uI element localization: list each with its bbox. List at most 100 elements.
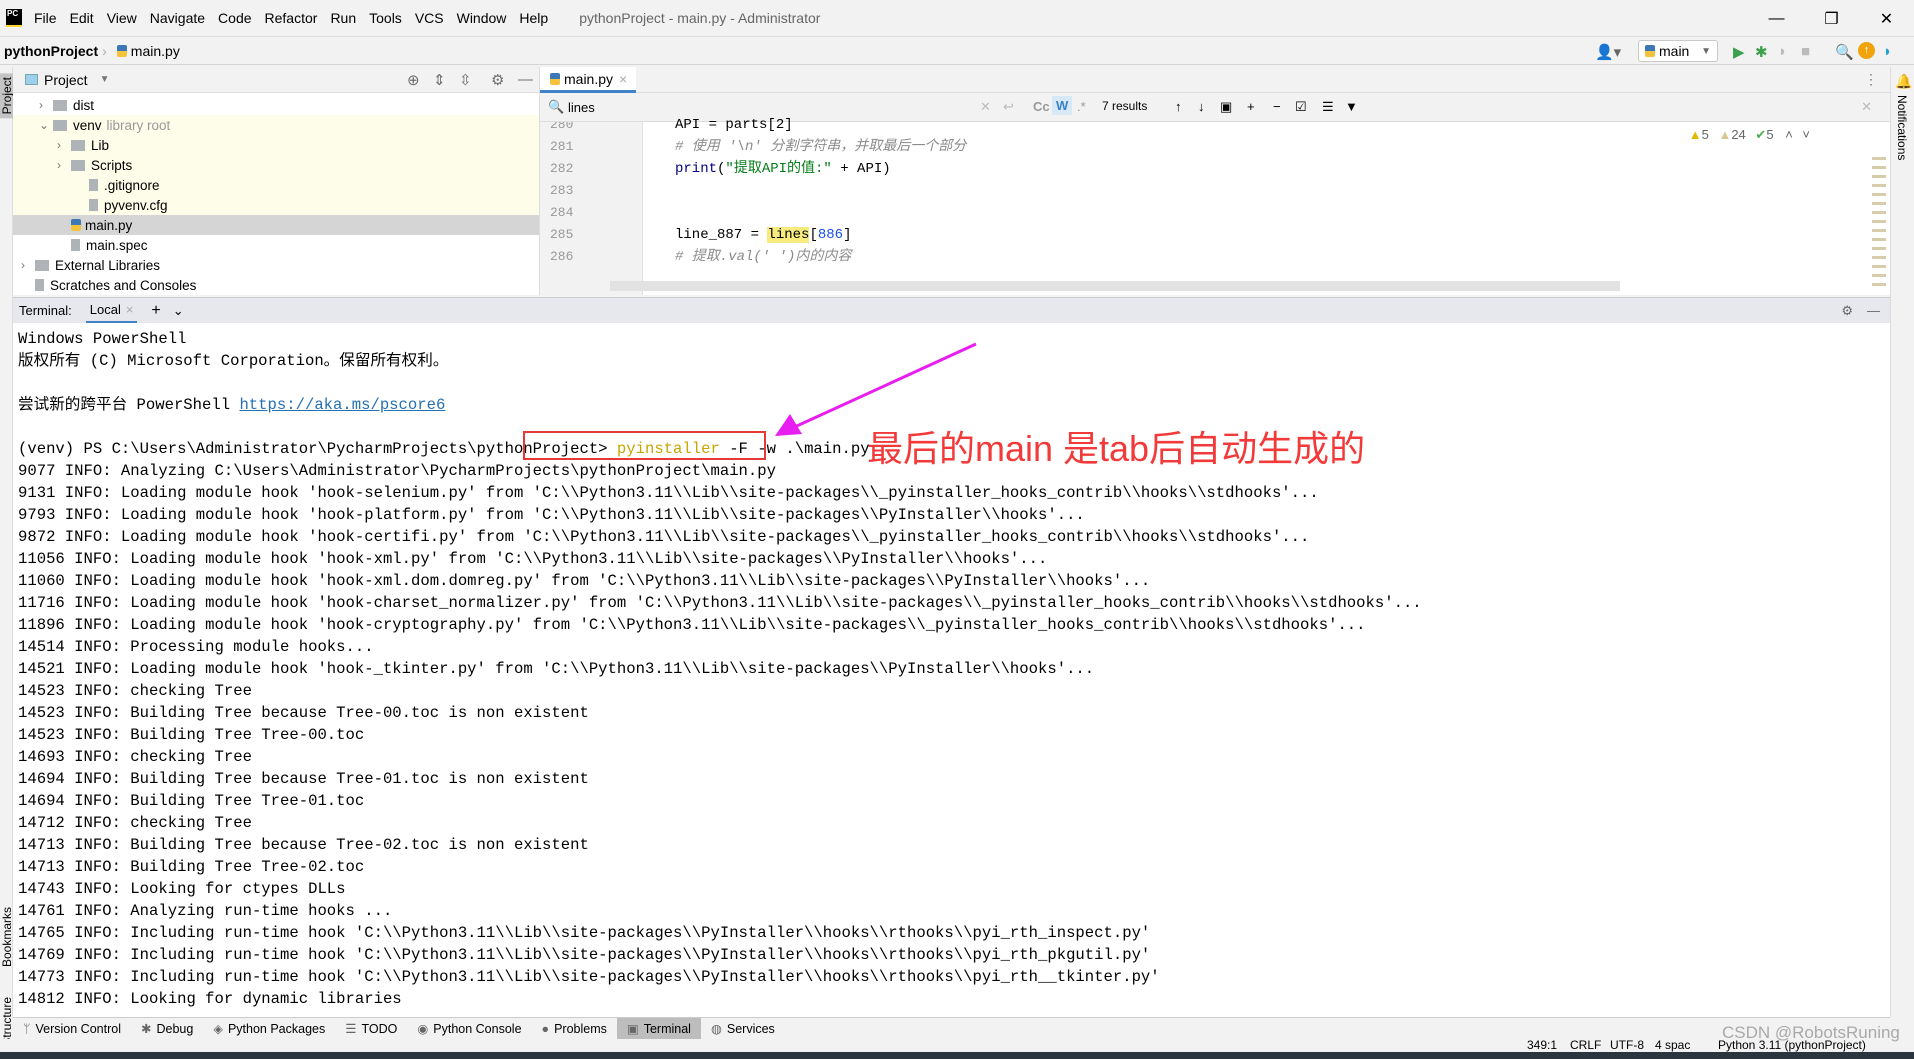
code-token: lines	[767, 227, 810, 243]
gear-icon[interactable]: ⚙	[1841, 303, 1853, 319]
tree-item[interactable]: main.py	[13, 215, 539, 235]
close-tab-icon[interactable]: ×	[619, 71, 627, 87]
tool-tab-python-console[interactable]: ◉ Python Console	[407, 1018, 531, 1040]
expand-all-icon[interactable]: ⇕	[433, 71, 446, 89]
chevron-down-icon[interactable]: ▼	[100, 74, 110, 85]
run-config-select[interactable]: main ▼	[1638, 40, 1718, 62]
project-tool-tab[interactable]: Project	[0, 73, 14, 119]
debug-icon[interactable]: ✱	[1755, 43, 1768, 61]
menu-view[interactable]: View	[107, 10, 137, 26]
pscore-link[interactable]: https://aka.ms/pscore6	[239, 396, 445, 414]
horizontal-scrollbar[interactable]	[610, 281, 1620, 291]
chevron-down-icon[interactable]: ⌄	[39, 118, 53, 132]
hide-icon[interactable]: —	[1867, 303, 1880, 318]
tab-main-py[interactable]: main.py ×	[540, 67, 636, 93]
folder-icon	[71, 139, 85, 151]
add-selection-icon[interactable]: +	[1247, 99, 1255, 114]
tree-item[interactable]: Scratches and Consoles	[13, 275, 539, 295]
menu-navigate[interactable]: Navigate	[150, 10, 205, 26]
caret-position[interactable]: 349:1	[1527, 1038, 1557, 1052]
tree-item[interactable]: pyvenv.cfg	[13, 195, 539, 215]
close-tab-icon[interactable]: ×	[126, 302, 134, 317]
tree-item[interactable]: main.spec	[13, 235, 539, 255]
close-button[interactable]: ✕	[1859, 0, 1914, 37]
code-token: 886	[817, 227, 844, 243]
bell-icon[interactable]: 🔔	[1895, 73, 1912, 90]
menu-code[interactable]: Code	[218, 10, 251, 26]
clear-search-icon[interactable]: ✕	[980, 99, 991, 115]
menu-vcs[interactable]: VCS	[415, 10, 444, 26]
tool-tab-version-control[interactable]: ᛘ Version Control	[13, 1018, 131, 1040]
encoding[interactable]: UTF-8	[1610, 1038, 1644, 1052]
terminal-line: 14713 INFO: Building Tree Tree-02.toc	[18, 858, 365, 876]
jetbrains-icon[interactable]: ◗	[1883, 43, 1892, 60]
search-icon[interactable]: 🔍	[1835, 43, 1854, 61]
breadcrumb-project[interactable]: pythonProject	[4, 43, 98, 59]
whole-words-toggle[interactable]: W	[1052, 96, 1073, 115]
tree-item[interactable]: › dist	[13, 95, 539, 115]
coverage-icon[interactable]: ◗	[1778, 43, 1787, 60]
match-case-toggle[interactable]: Cc	[1033, 99, 1050, 114]
tree-item[interactable]: › Lib	[13, 135, 539, 155]
maximize-button[interactable]: ❐	[1804, 0, 1859, 37]
minimize-button[interactable]: —	[1749, 0, 1804, 37]
chevron-up-icon[interactable]: ˄	[1785, 127, 1793, 142]
menu-file[interactable]: File	[34, 10, 57, 26]
tool-tab-terminal[interactable]: ▣ Terminal	[616, 1017, 701, 1040]
menu-help[interactable]: Help	[519, 10, 548, 26]
chevron-down-icon[interactable]: ˅	[1802, 127, 1810, 142]
bug-icon: ✱	[140, 1022, 152, 1036]
tab-local[interactable]: Local ×	[85, 298, 138, 324]
menu-run[interactable]: Run	[330, 10, 356, 26]
regex-toggle[interactable]: .*	[1077, 99, 1086, 114]
more-icon[interactable]: ⋮	[1864, 71, 1878, 88]
filter-options-icon[interactable]: ☰	[1322, 99, 1334, 115]
chevron-right-icon[interactable]: ›	[21, 258, 35, 272]
gear-icon[interactable]: ⚙	[491, 71, 504, 89]
inspection-widget[interactable]: ▲5 ▲24 ✔5 ˄ ˅	[1689, 127, 1810, 143]
terminal-line: 14765 INFO: Including run-time hook 'C:\…	[18, 924, 1151, 942]
update-icon[interactable]: ↑	[1858, 42, 1875, 59]
previous-occurrence-icon[interactable]: ↑	[1175, 99, 1182, 114]
history-icon[interactable]: ↩	[1003, 99, 1014, 115]
tree-item[interactable]: .gitignore	[13, 175, 539, 195]
remove-selection-icon[interactable]: −	[1273, 99, 1281, 114]
chevron-down-icon[interactable]: ⌄	[173, 303, 184, 319]
chevron-right-icon[interactable]: ›	[57, 138, 71, 152]
stop-icon[interactable]: ■	[1801, 43, 1810, 60]
project-panel-title[interactable]: Project	[44, 72, 88, 88]
tree-item[interactable]: › Scripts	[13, 155, 539, 175]
bookmarks-tool-tab[interactable]: Bookmarks	[0, 907, 14, 967]
chevron-right-icon[interactable]: ›	[39, 98, 53, 112]
hide-icon[interactable]: —	[518, 71, 533, 88]
locate-icon[interactable]: ⊕	[407, 71, 420, 89]
indent[interactable]: 4 spac	[1655, 1038, 1690, 1052]
notifications-tool-tab[interactable]: Notifications	[1895, 95, 1909, 160]
select-all-occurrences-icon[interactable]: ▣	[1220, 99, 1232, 115]
next-occurrence-icon[interactable]: ↓	[1198, 99, 1205, 114]
new-tab-icon[interactable]: +	[151, 302, 160, 320]
run-icon[interactable]: ▶	[1733, 43, 1745, 61]
error-stripe[interactable]	[1872, 151, 1886, 291]
tool-tab-todo[interactable]: ☰ TODO	[335, 1018, 407, 1040]
filter-icon[interactable]: ▼	[1345, 99, 1358, 114]
tool-tab-debug[interactable]: ✱ Debug	[131, 1018, 203, 1040]
tool-tab-problems[interactable]: ● Problems	[532, 1018, 617, 1040]
collapse-all-icon[interactable]: ⇳	[459, 71, 472, 89]
tree-item[interactable]: › External Libraries	[13, 255, 539, 275]
menu-edit[interactable]: Edit	[70, 10, 94, 26]
line-number: 284	[550, 205, 574, 220]
line-ending[interactable]: CRLF	[1570, 1038, 1601, 1052]
close-find-icon[interactable]: ✕	[1861, 99, 1872, 115]
tool-tab-python-packages[interactable]: ◈ Python Packages	[203, 1018, 335, 1040]
code-area[interactable]: API = parts[2] # 使用 '\n' 分割字符串，并取最后一个部分 pr…	[675, 114, 966, 268]
menu-tools[interactable]: Tools	[369, 10, 402, 26]
tree-item[interactable]: ⌄ venv library root	[13, 115, 539, 135]
select-all-icon[interactable]: ☑	[1295, 99, 1307, 115]
menu-window[interactable]: Window	[457, 10, 507, 26]
menu-refactor[interactable]: Refactor	[265, 10, 318, 26]
breadcrumb-file[interactable]: main.py	[116, 43, 180, 59]
chevron-right-icon[interactable]: ›	[57, 158, 71, 172]
user-icon[interactable]: 👤▾	[1595, 43, 1621, 61]
tool-tab-services[interactable]: ◍ Services	[701, 1018, 785, 1040]
